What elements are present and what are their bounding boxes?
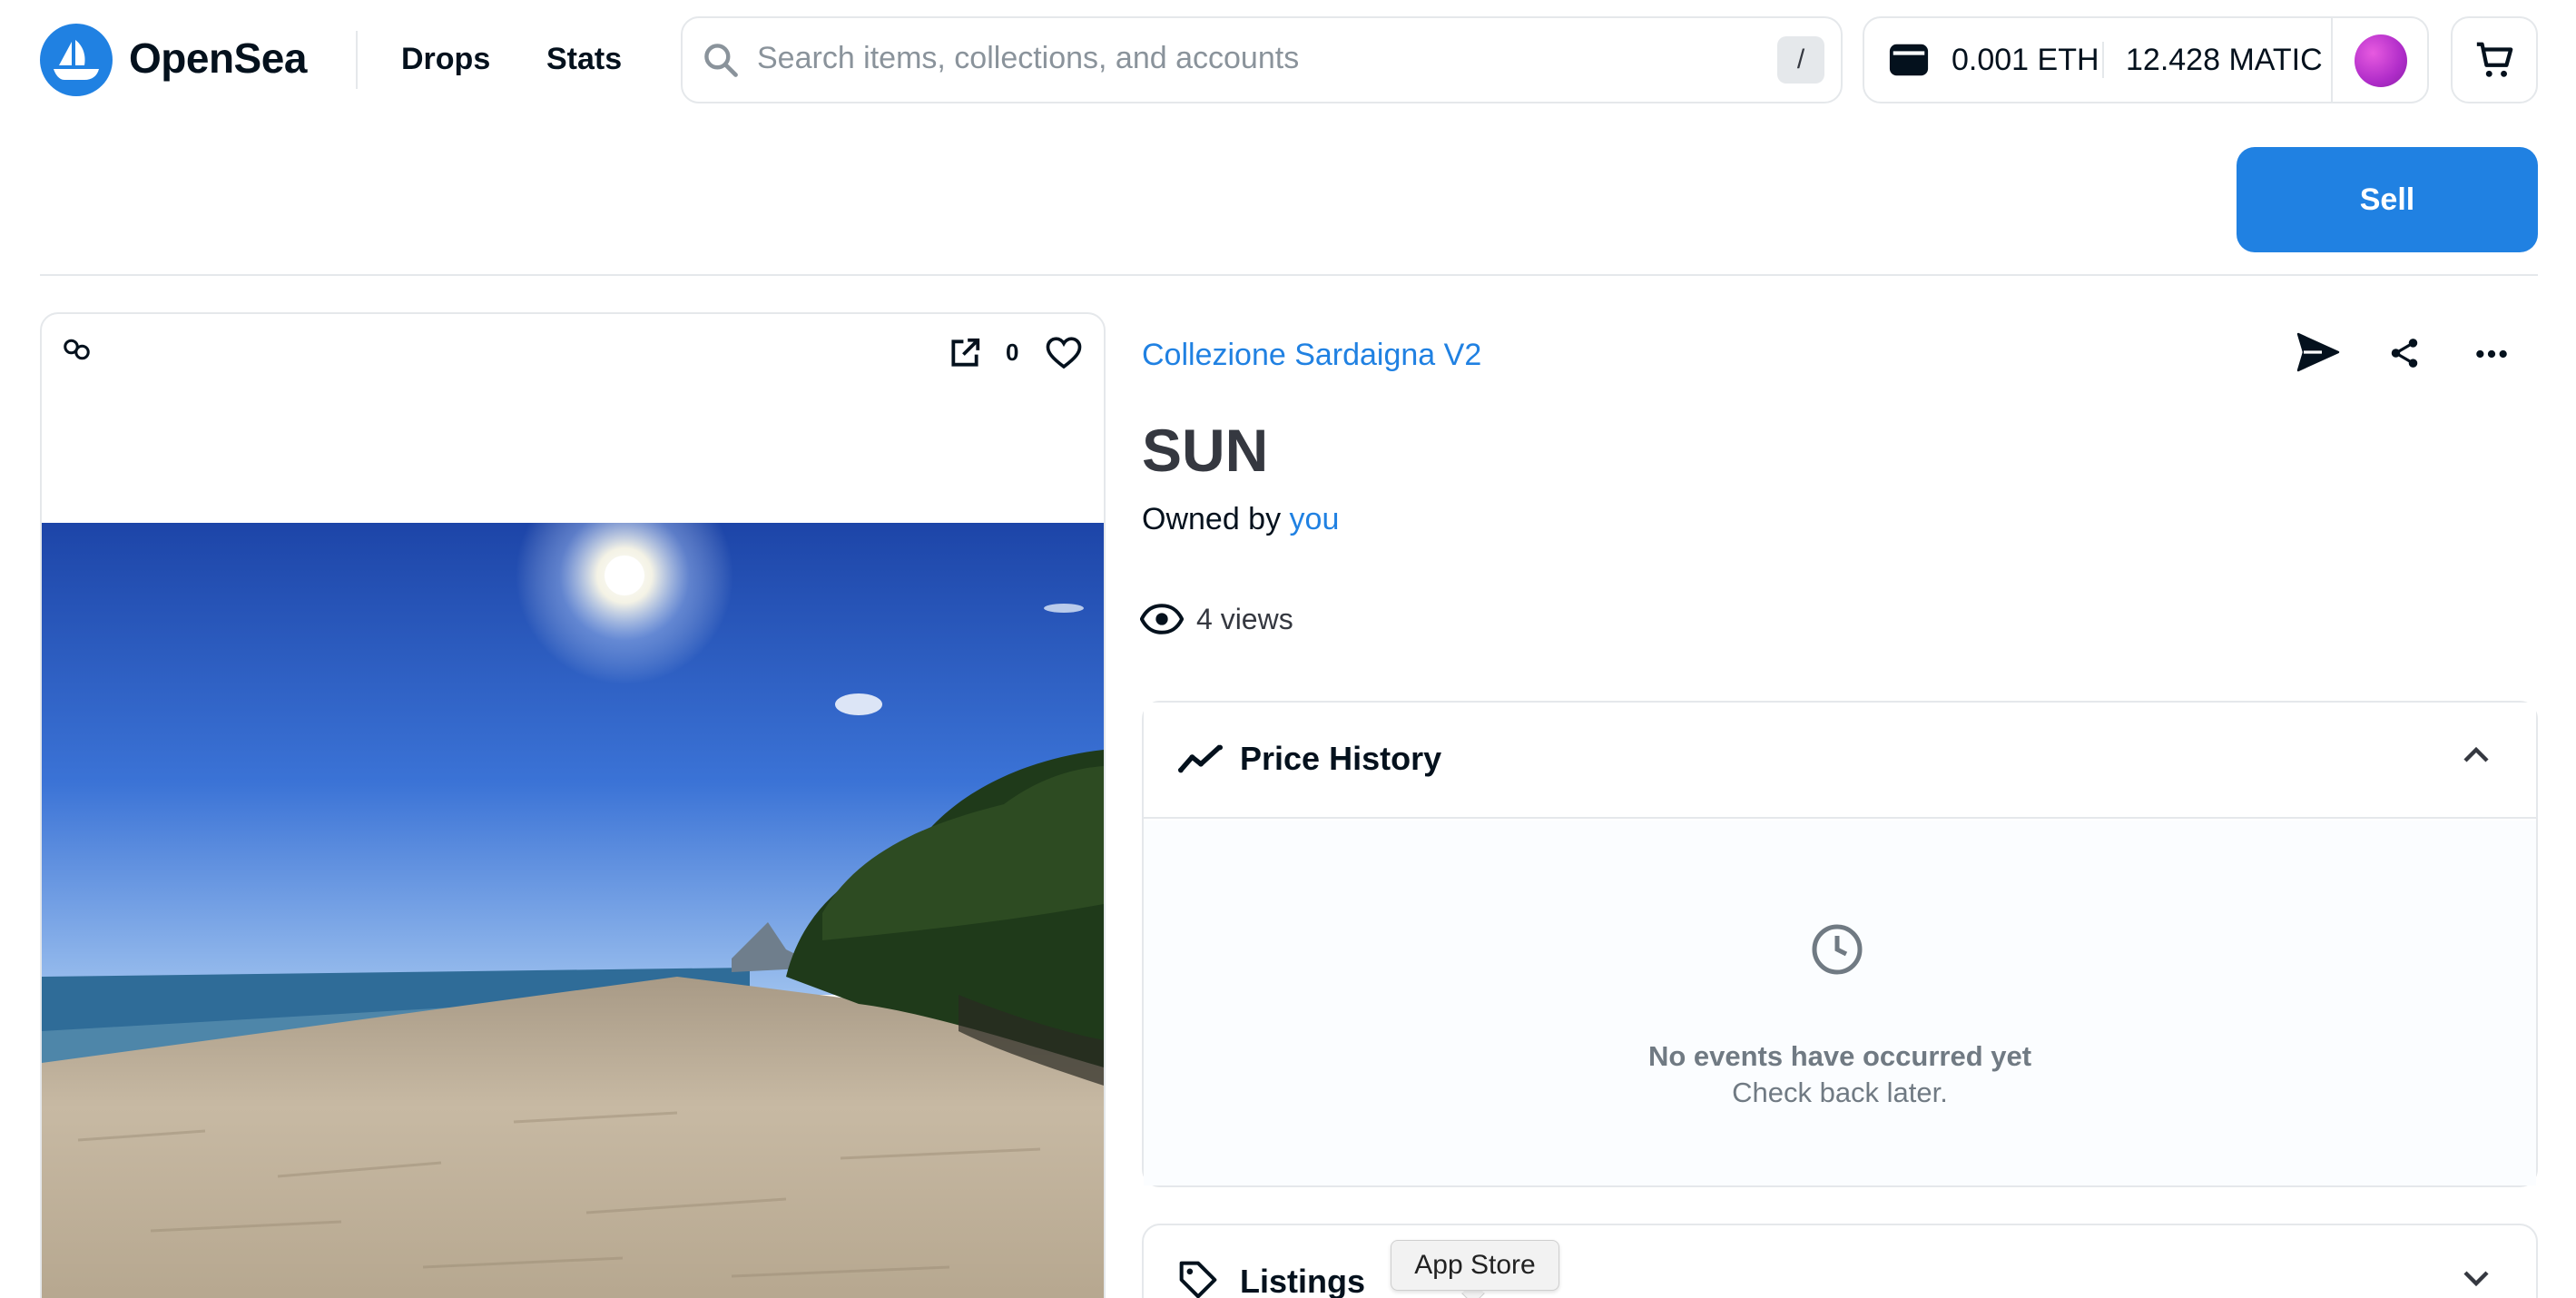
cart-icon [2476,42,2513,77]
header-divider [356,31,358,89]
trend-icon [1178,744,1224,773]
cart-button[interactable] [2451,16,2538,103]
nav-drops[interactable]: Drops [401,36,490,82]
owner-link[interactable]: you [1290,502,1340,536]
external-link-icon[interactable] [948,336,982,370]
eth-balance: 0.001 ETH [1952,43,2099,77]
share-icon[interactable] [2387,336,2422,370]
item-title: SUN [1142,417,1269,484]
chevron-down-icon[interactable] [2462,1269,2491,1287]
opensea-ship-icon [54,40,99,80]
view-count: 4 views [1196,603,1293,635]
balance-divider [2102,42,2104,78]
nav-stats[interactable]: Stats [546,36,622,82]
chevron-up-icon[interactable] [2462,746,2491,764]
price-history-body [1144,821,2536,1185]
listings-title: Listings [1240,1263,1366,1298]
header-separator [40,274,2538,276]
search-input[interactable] [757,25,1755,91]
matic-balance: 12.428 MATIC [2126,43,2323,77]
collection-link[interactable]: Collezione Sardaigna V2 [1142,336,1481,374]
avatar[interactable] [2355,34,2407,87]
account-divider [2331,18,2333,102]
owner-line: Owned by you [1142,499,1339,539]
heart-icon[interactable] [1046,336,1082,370]
eye-icon [1140,604,1184,634]
wallet-icon [1889,44,1929,76]
tag-icon [1179,1261,1217,1298]
opensea-logo[interactable] [40,24,113,96]
nft-image[interactable] [42,523,1104,1298]
clock-icon [1812,924,1863,975]
sell-button[interactable]: Sell [2237,147,2538,252]
empty-state-title: No events have occurred yet [1647,1040,2032,1072]
send-icon[interactable] [2296,332,2340,372]
owned-by-label: Owned by [1142,502,1282,536]
app-store-tooltip: App Store [1391,1240,1559,1291]
favorites-count: 0 [1006,339,1019,366]
chain-icon [64,339,90,360]
search-icon [704,44,738,77]
price-history-title: Price History [1240,740,1442,777]
empty-state-subtitle: Check back later. [1732,1077,1948,1108]
search-shortcut-key: / [1777,36,1824,84]
more-icon[interactable] [2474,343,2509,365]
brand-name[interactable]: OpenSea [129,33,307,84]
